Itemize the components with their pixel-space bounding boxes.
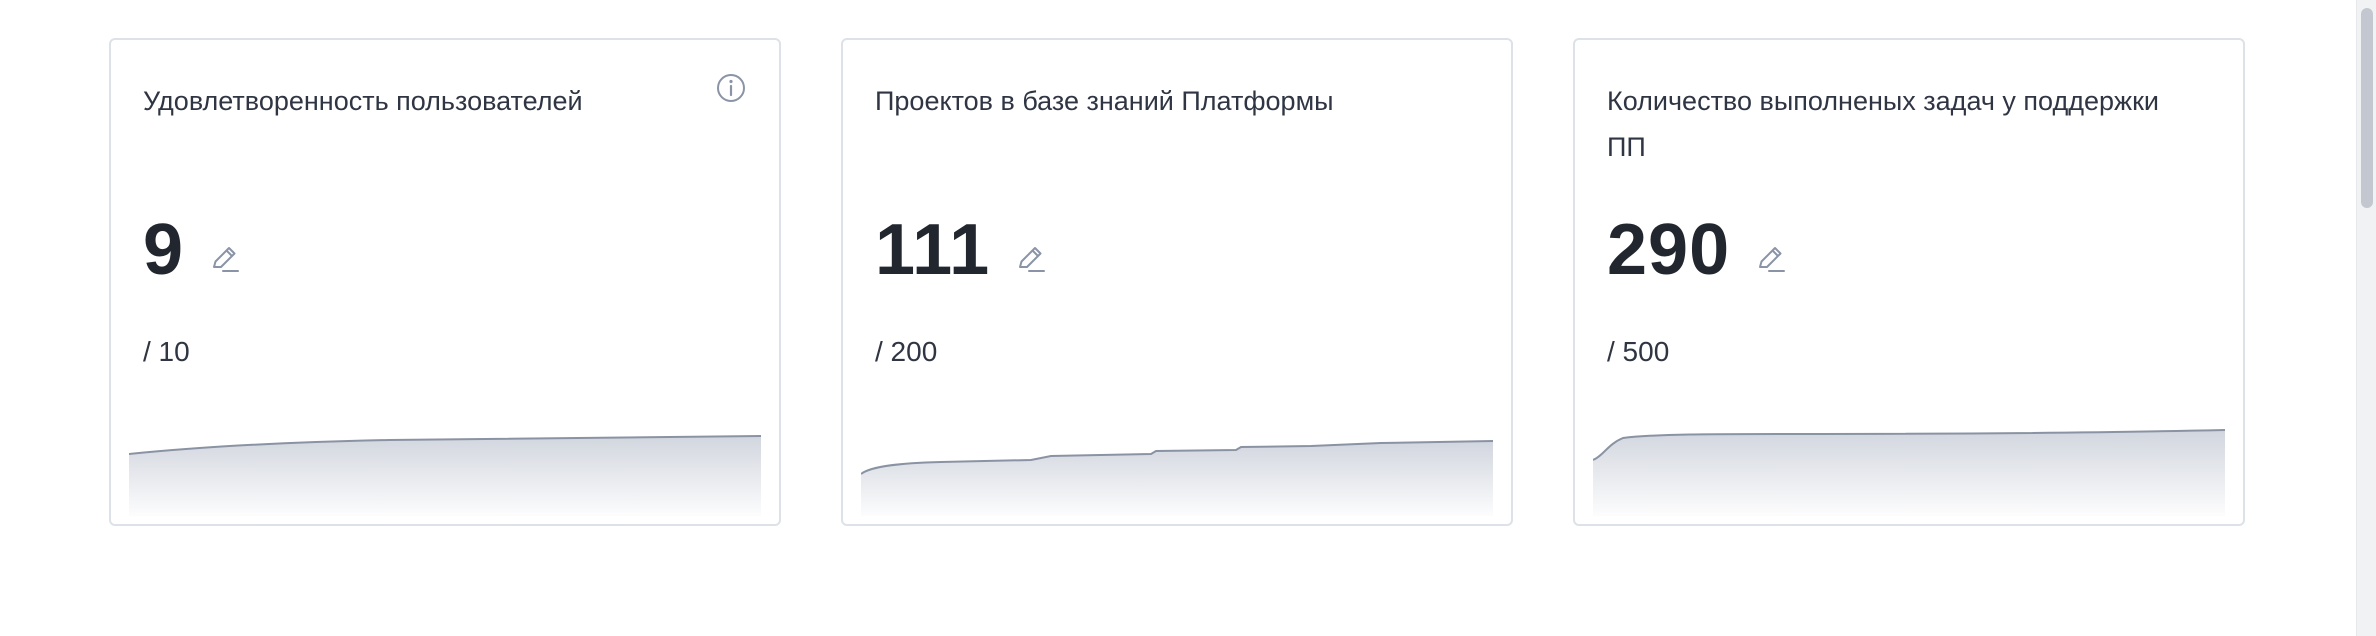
kpi-target: / 200 — [875, 336, 938, 367]
kpi-value-row: 290 — [1607, 210, 1788, 290]
kpi-value: 9 — [143, 210, 185, 290]
kpi-card-title: Удовлетворенность пользователей — [143, 86, 583, 116]
info-icon[interactable] — [715, 72, 747, 104]
kpi-value: 290 — [1607, 210, 1731, 290]
pencil-icon[interactable] — [1752, 241, 1788, 277]
kpi-card-support-tasks: Количество выполненых задач у поддержки … — [1573, 38, 2245, 526]
kpi-target: / 500 — [1607, 336, 1670, 367]
kpi-sparkline — [861, 440, 1493, 516]
kpi-sparkline — [129, 435, 761, 516]
kpi-value-row: 111 — [875, 210, 1048, 290]
kpi-card-title: Проектов в базе знаний Платформы — [875, 86, 1334, 116]
kpi-card-title: Количество выполненых задач у поддержки … — [1607, 86, 2159, 162]
pencil-icon[interactable] — [206, 241, 242, 277]
kpi-dashboard: Удовлетворенность пользователей 9 / 10 П… — [0, 0, 2376, 636]
vertical-scrollbar[interactable] — [2356, 0, 2376, 636]
kpi-value: 111 — [875, 210, 991, 290]
scrollbar-thumb[interactable] — [2361, 8, 2373, 208]
kpi-value-row: 9 — [143, 210, 242, 290]
kpi-card-knowledge-base-projects: Проектов в базе знаний Платформы 111 / 2… — [841, 38, 1513, 526]
kpi-sparkline — [1593, 429, 2225, 516]
kpi-card-user-satisfaction: Удовлетворенность пользователей 9 / 10 — [109, 38, 781, 526]
kpi-target: / 10 — [143, 336, 190, 367]
pencil-icon[interactable] — [1012, 241, 1048, 277]
